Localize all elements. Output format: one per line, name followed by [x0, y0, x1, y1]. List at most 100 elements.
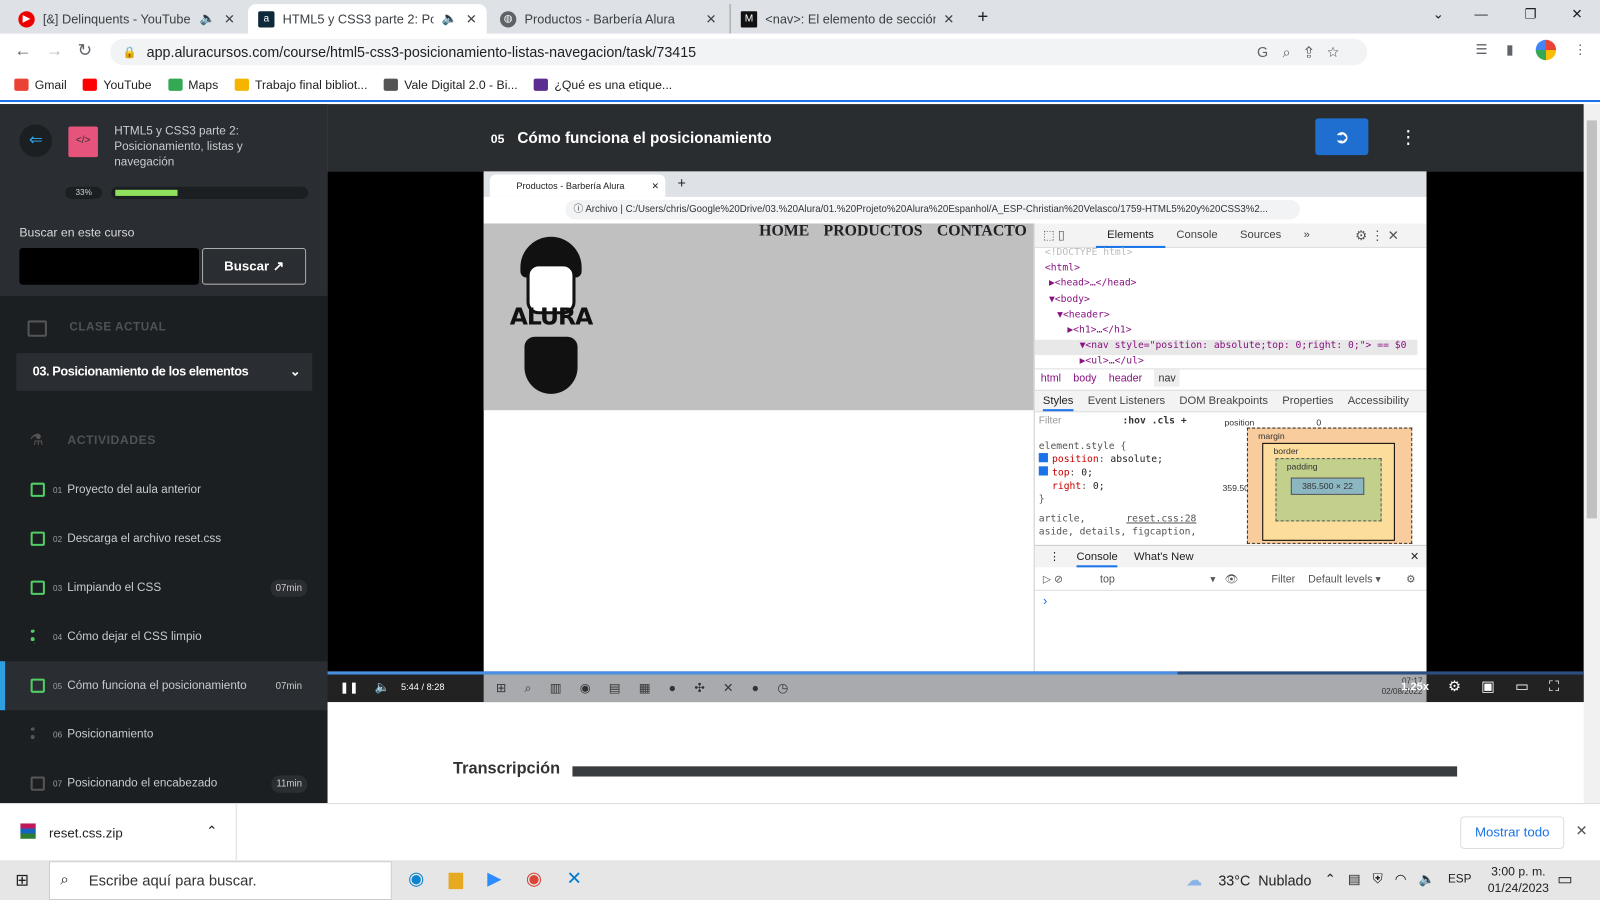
hov-toggle[interactable]: :hov [1122, 415, 1145, 426]
address-bar[interactable]: 🔒 app.aluracursos.com/course/html5-css3-p… [110, 38, 1368, 66]
download-item[interactable]: reset.css.zip ⌃ [0, 804, 237, 862]
devtools-tab[interactable]: Console [1165, 223, 1229, 247]
breadcrumb-item[interactable]: html [1041, 369, 1061, 386]
recorded-taskbar: ⊞⌕▥◉▤▦●✣✕●◷ 07:17 02/08/2022 [483, 674, 1427, 703]
dom-node[interactable]: ▼<body> [1045, 293, 1417, 308]
close-download-bar[interactable]: ✕ [1575, 822, 1587, 839]
menu-icon[interactable]: ⋮ [1573, 42, 1586, 58]
bookmark[interactable]: Trabajo final bibliot... [234, 77, 367, 91]
css-property[interactable]: right: 0; [1039, 480, 1197, 493]
clock[interactable]: 3:00 p. m. 01/24/2023 [1478, 863, 1560, 896]
search-button[interactable]: Buscar ↗ [202, 247, 307, 285]
lesson-item[interactable]: 07 Posicionando el encabezado 11min [0, 759, 328, 803]
tab-youtube-music[interactable]: ▶ [&] Delinquents - YouTube Music 🔈 ✕ [8, 4, 245, 34]
close-window-button[interactable]: ✕ [1571, 6, 1582, 22]
page-scrollbar[interactable] [1583, 104, 1600, 804]
dom-node[interactable]: ▼<nav style="position: absolute;top: 0;r… [1034, 339, 1418, 356]
drawer-tab-console[interactable]: Console [1076, 546, 1118, 568]
more-options-icon[interactable]: ⋮ [1399, 127, 1417, 148]
course-title[interactable]: HTML5 y CSS3 parte 2: Posicionamiento, l… [114, 124, 267, 170]
next-lesson-button[interactable]: ➲ [1315, 118, 1369, 156]
close-tab-icon[interactable]: ✕ [943, 11, 954, 26]
profile-avatar[interactable] [1535, 39, 1557, 61]
dom-node[interactable]: <!DOCTYPE html> [1045, 247, 1417, 262]
checkbox[interactable] [1038, 466, 1048, 476]
checkbox[interactable] [1039, 480, 1048, 489]
audio-icon[interactable]: 🔈 [200, 11, 216, 26]
close-tab-icon[interactable]: ✕ [466, 11, 477, 26]
css-property[interactable]: position: absolute; [1038, 453, 1197, 466]
tab-search-icon[interactable]: ⌄ [1433, 6, 1444, 22]
rule-source-link[interactable]: reset.css:28 [1126, 513, 1196, 524]
restore-button[interactable]: ❐ [1524, 6, 1536, 22]
chevron-up-icon[interactable]: ⌃ [206, 823, 217, 839]
player-settings-icons[interactable]: ⚙▣▭⛶ [1448, 678, 1579, 695]
show-all-button[interactable]: Mostrar todo [1460, 816, 1565, 849]
breadcrumb-item[interactable]: body [1073, 369, 1096, 386]
dom-node[interactable]: ▶<h1>…</h1> [1045, 324, 1417, 339]
back-button[interactable]: ← [14, 41, 31, 61]
styles-subtab[interactable]: Accessibility [1348, 391, 1409, 411]
bookmark[interactable]: Maps [167, 77, 218, 91]
forward-button[interactable]: → [46, 41, 63, 61]
devtools-settings-icon[interactable]: ⚙ ⋮ ✕ [1355, 228, 1399, 244]
close-tab-icon[interactable]: ✕ [706, 11, 717, 26]
devtools-tab[interactable]: Elements [1095, 223, 1166, 248]
input-language[interactable]: ESP [1448, 873, 1471, 885]
console-context[interactable]: top [1100, 568, 1115, 590]
audio-icon[interactable]: 🔈 [442, 11, 458, 26]
lesson-item[interactable]: 03 Limpiando el CSS 07min [0, 563, 328, 612]
lesson-item[interactable]: 05 Cómo funciona el posicionamiento 07min [0, 661, 328, 711]
omnibox-actions[interactable]: G⌕⇪☆ [1257, 43, 1353, 60]
styles-subtab[interactable]: Styles [1042, 391, 1074, 412]
weather[interactable]: 33°C Nublado [1218, 872, 1311, 888]
pause-button[interactable]: ❚❚ [340, 681, 359, 694]
taskbar-search[interactable]: ⌕ Escribe aquí para buscar. [48, 861, 392, 900]
console-filter[interactable]: Filter [1271, 568, 1295, 590]
styles-filter[interactable]: Filter:hov .cls + [1039, 415, 1212, 426]
tab-mdn[interactable]: M <nav>: El elemento de sección de navega… [729, 4, 965, 34]
lesson-item[interactable]: 02 Descarga el archivo reset.css [0, 514, 328, 563]
styles-subtab[interactable]: Event Listeners [1088, 391, 1165, 411]
styles-subtab[interactable]: DOM Breakpoints [1179, 391, 1268, 411]
bookmark[interactable]: YouTube [83, 77, 152, 91]
checkbox[interactable] [1038, 453, 1048, 463]
minimize-button[interactable]: — [1474, 6, 1487, 21]
dom-node[interactable]: ▼<header> [1045, 309, 1417, 324]
lesson-item[interactable]: 04 Cómo dejar el CSS limpio [0, 612, 328, 661]
breadcrumb-item[interactable]: nav [1154, 369, 1180, 387]
current-class-dropdown[interactable]: 03. Posicionamiento de los elementos ⌄ [16, 353, 313, 391]
notifications-icon[interactable]: ▭ [1557, 869, 1572, 889]
dom-node[interactable]: <html> [1045, 262, 1417, 277]
reading-list-icon[interactable]: ☰ [1475, 42, 1487, 58]
pinned-apps[interactable]: ◉▆▶◉✕ [408, 868, 606, 889]
course-search-input[interactable] [19, 247, 199, 285]
cls-toggle[interactable]: .cls [1152, 415, 1175, 426]
devtools-tab[interactable]: » [1292, 223, 1321, 247]
styles-subtab[interactable]: Properties [1282, 391, 1333, 411]
collapse-sidebar-button[interactable]: ⇐ [19, 124, 53, 158]
tab-productos[interactable]: ◍ Productos - Barbería Alura ✕ [490, 4, 727, 34]
lesson-item[interactable]: 06 Posicionamiento [0, 710, 328, 759]
console-levels[interactable]: Default levels ▾ [1308, 568, 1381, 590]
bookmark[interactable]: ¿Qué es una etique... [533, 77, 672, 91]
windows-start-icon[interactable]: ⊞ [15, 870, 29, 890]
console-prompt[interactable]: › [1043, 593, 1047, 608]
css-property[interactable]: top: 0; [1038, 466, 1197, 479]
reload-button[interactable]: ↻ [78, 41, 93, 61]
drawer-tab-whats-new[interactable]: What's New [1134, 546, 1194, 567]
dom-node[interactable]: ▶<head>…</head> [1045, 278, 1417, 293]
new-tab-button[interactable]: + [978, 6, 989, 27]
breadcrumb-item[interactable]: header [1109, 369, 1142, 386]
close-tab-icon[interactable]: ✕ [224, 11, 235, 26]
side-panel-icon[interactable]: ▮ [1506, 42, 1513, 58]
bookmark[interactable]: Vale Digital 2.0 - Bi... [383, 77, 518, 91]
system-tray-icons[interactable]: ⌃▤⛨◠🔈 [1324, 871, 1447, 887]
inspect-icon[interactable]: ⬚ ▯ [1043, 228, 1065, 242]
devtools-tab[interactable]: Sources [1229, 223, 1293, 247]
tab-alura-course[interactable]: a HTML5 y CSS3 parte 2: Posicionamiento 🔈 ✕ [247, 4, 487, 34]
bookmark[interactable]: Gmail [14, 77, 67, 91]
lesson-item[interactable]: 01 Proyecto del aula anterior [0, 465, 328, 514]
playback-speed[interactable]: 1.25x [1401, 681, 1429, 693]
volume-button[interactable]: 🔈 [374, 680, 389, 694]
